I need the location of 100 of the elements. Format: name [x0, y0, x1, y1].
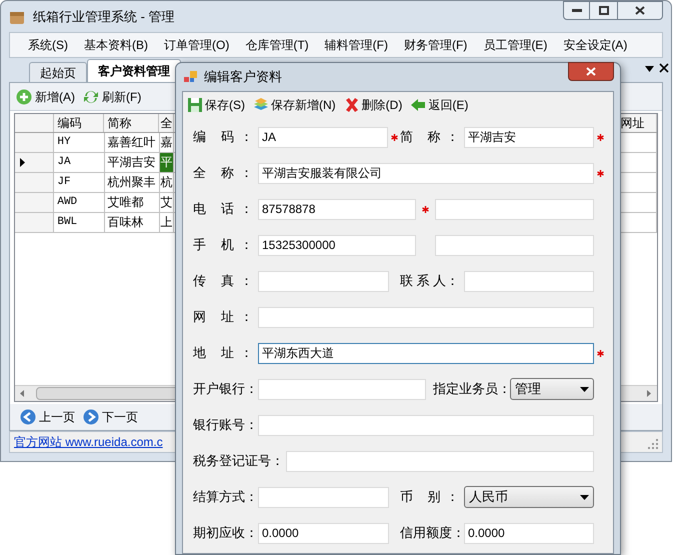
x-icon: [344, 96, 360, 112]
row-header-cell[interactable]: [15, 193, 54, 212]
field-label: 手 机：: [193, 236, 254, 254]
field-label: 银行账号：: [193, 416, 258, 434]
table-cell[interactable]: JF: [54, 173, 105, 192]
left-arrow-circle-icon: [20, 409, 36, 425]
input-field[interactable]: 0.0000: [464, 522, 594, 544]
input-field[interactable]: 平湖吉安服装有限公司: [258, 162, 594, 184]
input-field[interactable]: [258, 486, 389, 508]
input-field[interactable]: 平湖东西大道: [258, 342, 594, 364]
tab[interactable]: 起始页: [29, 62, 87, 82]
input-field[interactable]: 15325300000: [258, 234, 416, 256]
row-header-cell: [15, 114, 54, 132]
input-field[interactable]: JA: [258, 126, 388, 148]
plus-circle-icon: [16, 88, 32, 104]
field-label: 信用额度：: [400, 524, 464, 542]
field-label: 期初应收：: [193, 524, 258, 542]
input-field[interactable]: [435, 234, 594, 256]
minimize-button[interactable]: [563, 1, 590, 20]
scroll-right-icon[interactable]: [647, 390, 651, 397]
field-label: 网 址：: [193, 308, 254, 326]
close-button[interactable]: [617, 1, 663, 20]
input-field[interactable]: [258, 270, 389, 292]
toolbar-button[interactable]: 新增(A): [16, 86, 75, 108]
website-link[interactable]: 官方网站 www.rueida.com.c: [14, 433, 163, 451]
field-label: 简 称：: [400, 128, 460, 146]
column-header[interactable]: 编码: [54, 114, 104, 132]
maximize-button[interactable]: [590, 1, 617, 20]
resize-grip-icon[interactable]: [648, 439, 658, 449]
input-field[interactable]: [286, 450, 594, 472]
field-label: 编 码：: [193, 128, 254, 146]
menu-item[interactable]: 安全设定(A): [555, 36, 636, 54]
field-label: 币 别：: [400, 488, 460, 506]
field-label: 电 话：: [193, 200, 254, 218]
table-cell[interactable]: AWD: [54, 193, 105, 212]
field-label: 结算方式：: [193, 488, 258, 506]
dialog-title: 编辑客户资料: [204, 68, 282, 86]
toolbar-button[interactable]: 保存(S): [187, 94, 245, 116]
row-header-cell[interactable]: [15, 153, 54, 172]
input-field[interactable]: [258, 414, 594, 436]
table-cell[interactable]: JA: [54, 153, 105, 172]
menu-item[interactable]: 订单管理(O): [156, 36, 238, 54]
menu-item[interactable]: 系统(S): [20, 36, 76, 54]
field-label: 税务登记证号：: [193, 452, 285, 470]
column-header[interactable]: 简称: [104, 114, 160, 132]
row-header-cell[interactable]: [15, 133, 54, 152]
refresh-icon: [83, 88, 99, 104]
table-cell[interactable]: HY: [54, 133, 105, 152]
table-cell[interactable]: 艾唯都: [104, 193, 160, 212]
scroll-left-icon[interactable]: [20, 390, 24, 397]
column-header[interactable]: 全: [159, 114, 174, 132]
table-cell[interactable]: 平: [160, 153, 174, 172]
field-label: 开户银行：: [193, 380, 258, 398]
input-field[interactable]: 0.0000: [258, 522, 389, 544]
toolbar-button[interactable]: 保存新增(N): [253, 94, 336, 116]
table-cell[interactable]: 百味林: [104, 213, 160, 232]
toolbar-button[interactable]: 删除(D): [344, 94, 402, 116]
minimize-icon: [572, 8, 582, 12]
stack-icon: [253, 96, 269, 112]
field-label: 全 称：: [193, 164, 254, 182]
menu-item[interactable]: 基本资料(B): [76, 36, 156, 54]
input-field[interactable]: 平湖吉安: [464, 126, 594, 148]
table-cell[interactable]: BWL: [54, 213, 105, 232]
window-title: 纸箱行业管理系统 - 管理: [33, 8, 175, 26]
table-cell[interactable]: 上: [160, 213, 174, 232]
toolbar-button[interactable]: 返回(E): [410, 94, 468, 116]
input-field[interactable]: [435, 198, 594, 220]
caret-icon: [580, 494, 589, 500]
menu-item[interactable]: 财务管理(F): [396, 36, 476, 54]
toolbar-button[interactable]: 刷新(F): [83, 86, 142, 108]
dropdown-icon[interactable]: [645, 66, 654, 72]
table-cell[interactable]: 杭州聚丰: [104, 173, 160, 192]
input-field[interactable]: [464, 270, 594, 292]
input-field[interactable]: [258, 306, 594, 328]
menu-item[interactable]: 仓库管理(T): [237, 36, 317, 54]
table-cell[interactable]: 艾: [160, 193, 174, 212]
row-header-cell[interactable]: [15, 213, 54, 232]
field-label: 传 真：: [193, 272, 254, 290]
dropdown[interactable]: 人民币: [464, 486, 594, 508]
close-icon[interactable]: [659, 63, 669, 73]
pager-button[interactable]: 下一页: [83, 408, 138, 426]
table-cell[interactable]: 杭: [160, 173, 174, 192]
menu-item[interactable]: 员工管理(E): [475, 36, 556, 54]
restore-icon: [598, 6, 608, 15]
close-icon: [635, 6, 645, 15]
tab[interactable]: 客户资料管理: [87, 59, 181, 82]
table-cell[interactable]: 嘉善红叶: [104, 133, 160, 152]
field-label: 指定业务员：: [433, 380, 510, 398]
pager-button[interactable]: 上一页: [20, 408, 75, 426]
input-field[interactable]: [258, 378, 426, 400]
input-field[interactable]: 87578878: [258, 198, 416, 220]
close-icon: [586, 67, 596, 76]
close-button[interactable]: [568, 62, 614, 81]
dropdown[interactable]: 管理: [510, 378, 594, 400]
table-cell[interactable]: 嘉: [160, 133, 174, 152]
right-arrow-circle-icon: [83, 409, 99, 425]
row-header-cell[interactable]: [15, 173, 54, 192]
menu-item[interactable]: 辅料管理(F): [316, 36, 396, 54]
caret-icon: [580, 386, 589, 392]
left-arrow-icon: [410, 96, 426, 112]
